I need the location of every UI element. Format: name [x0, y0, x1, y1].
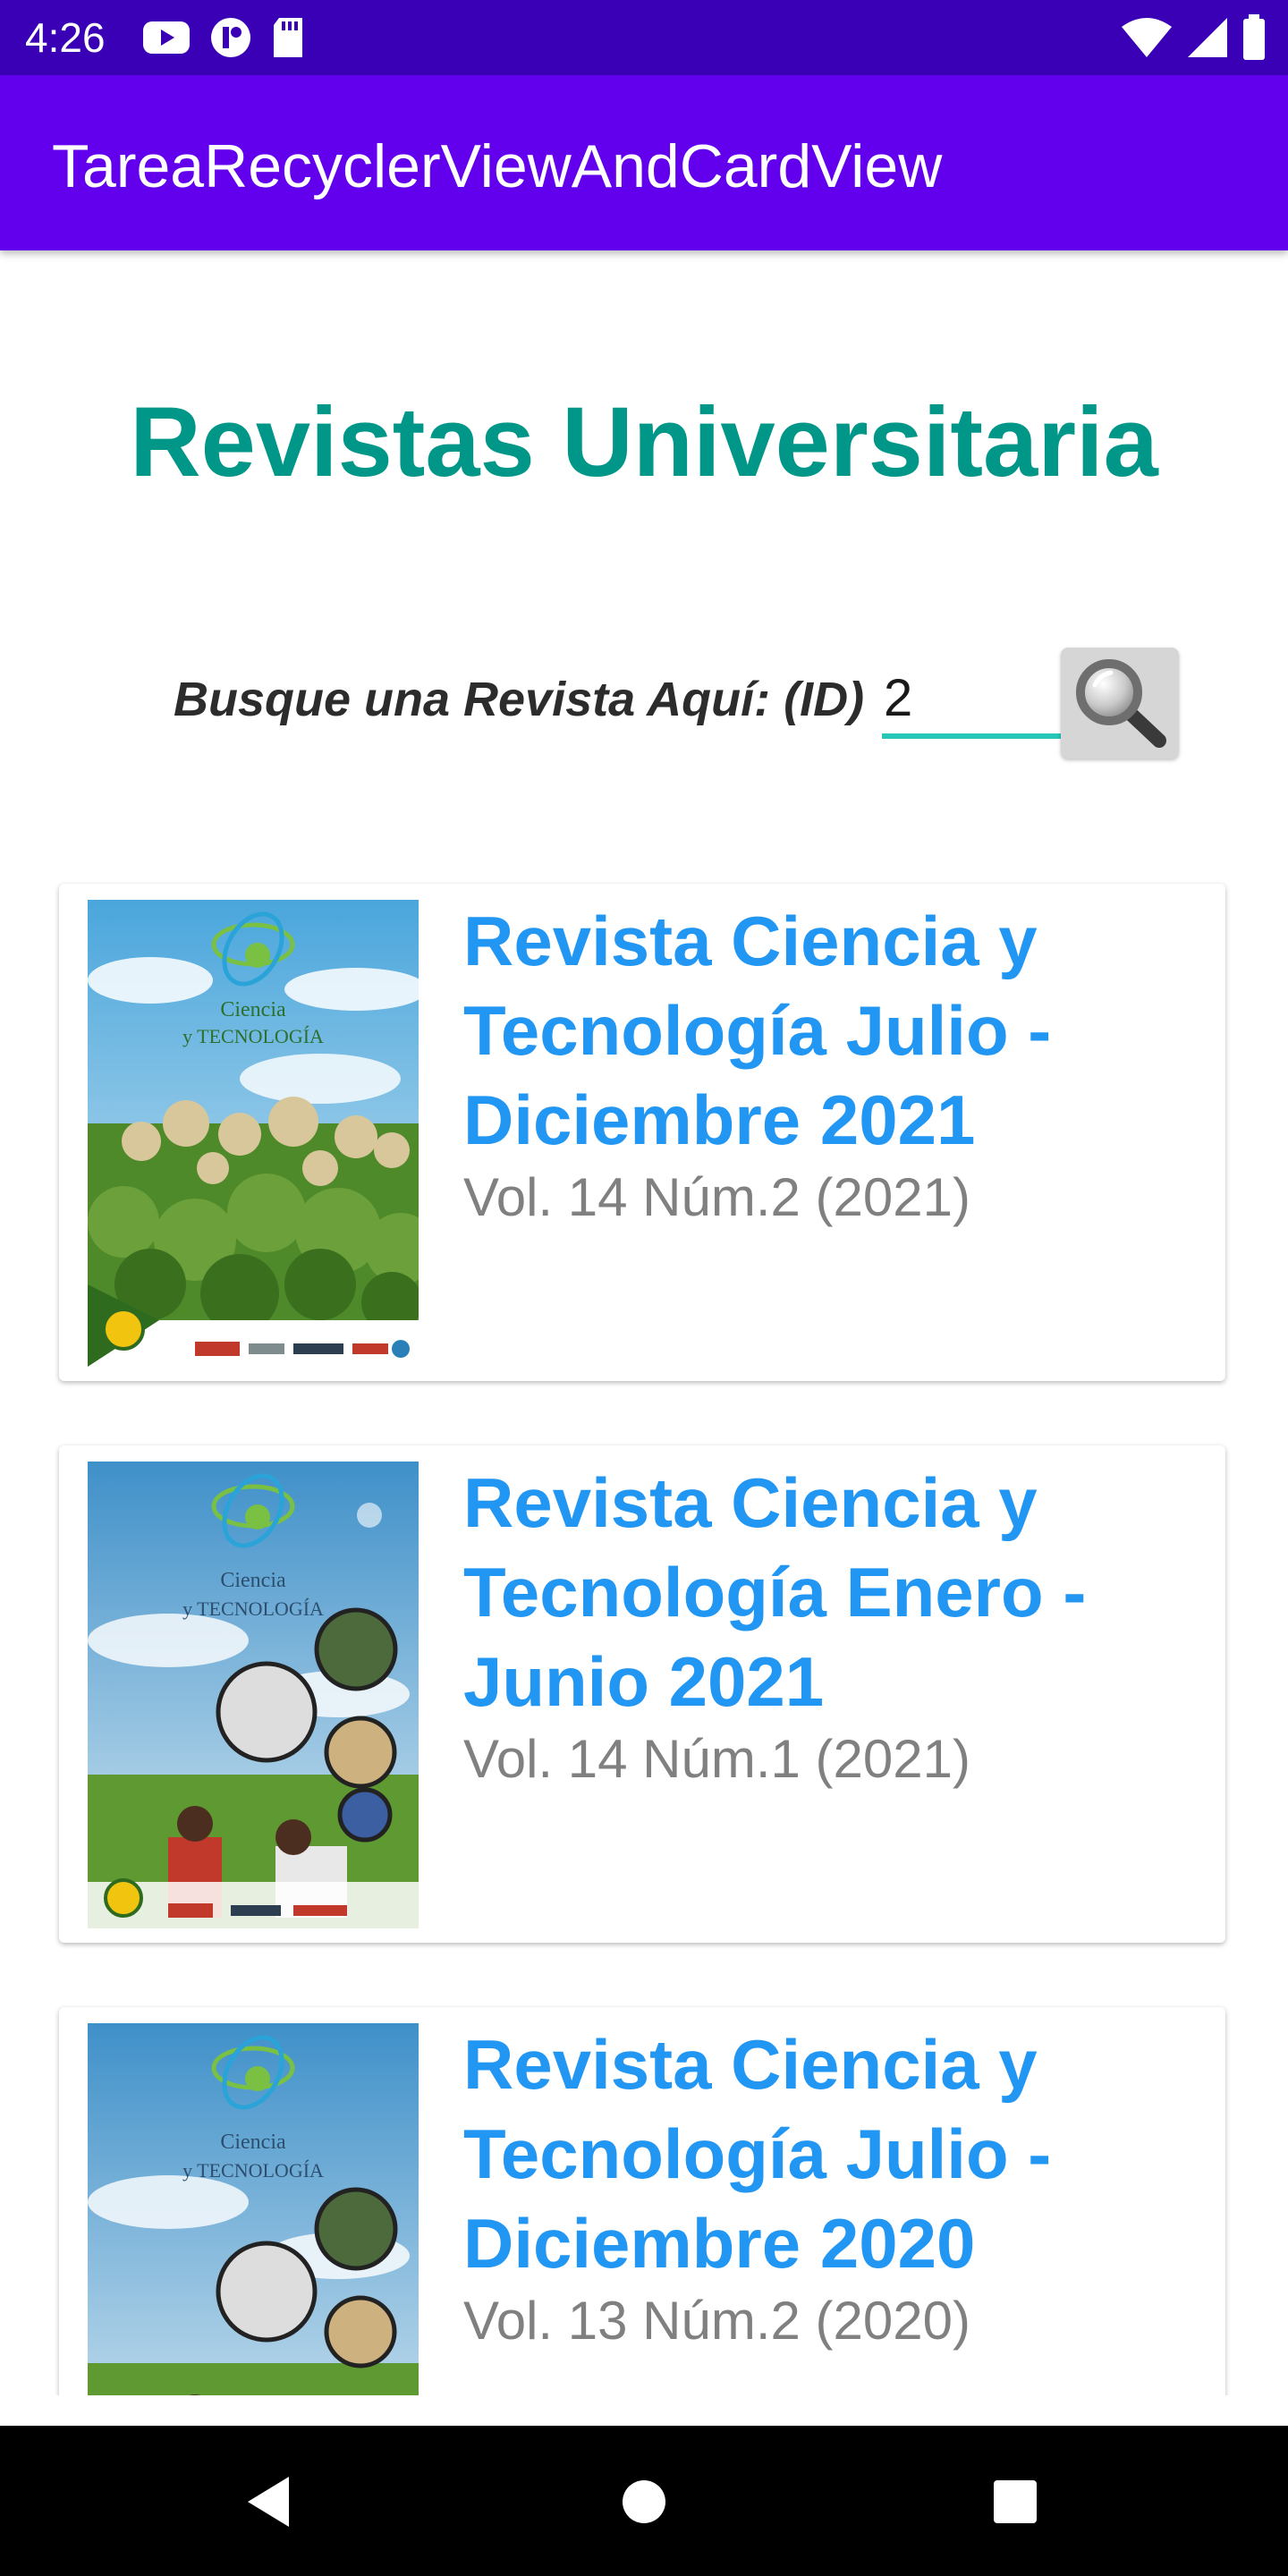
back-icon: [248, 2477, 289, 2527]
navigation-bar: [0, 2426, 1288, 2576]
app-icon: [211, 18, 250, 57]
svg-text:y TECNOLOGÍA: y TECNOLOGÍA: [182, 1597, 324, 1620]
app-title: TareaRecyclerViewAndCardView: [52, 132, 943, 200]
journal-volume: Vol. 13 Núm.2 (2020): [463, 2291, 970, 2351]
journal-card[interactable]: Ciencia y TECNOLOGÍA Revista Ciencia y T…: [59, 2007, 1225, 2395]
journal-title: Revista Ciencia y Tecnología Julio - Dic…: [463, 902, 1052, 1159]
sd-card-icon: [274, 18, 302, 57]
wifi-icon: [1122, 18, 1172, 57]
search-label: Busque una Revista Aquí: (ID): [174, 673, 865, 726]
youtube-icon: [143, 21, 190, 54]
status-time: 4:26: [25, 14, 106, 61]
status-notification-icons: [141, 16, 306, 59]
journal-volume: Vol. 14 Núm.2 (2021): [463, 1167, 970, 1227]
search-id-input[interactable]: [882, 662, 1063, 739]
journal-volume: Vol. 14 Núm.1 (2021): [463, 1729, 970, 1789]
journal-list[interactable]: Ciencia y TECNOLOGÍA Revista Ciencia y T…: [0, 859, 1288, 2395]
app-bar: TareaRecyclerViewAndCardView: [0, 75, 1288, 250]
svg-text:Ciencia: Ciencia: [220, 1569, 286, 1592]
recents-button[interactable]: [975, 2462, 1055, 2542]
journal-cover-image: Ciencia y TECNOLOGÍA: [88, 900, 419, 1367]
svg-text:y TECNOLOGÍA: y TECNOLOGÍA: [182, 2159, 324, 2182]
journal-title: Revista Ciencia y Tecnología Enero - Jun…: [463, 1463, 1087, 1721]
svg-text:Ciencia: Ciencia: [220, 2131, 286, 2154]
search-icon: [1076, 659, 1166, 748]
svg-text:y TECNOLOGÍA: y TECNOLOGÍA: [182, 1025, 324, 1047]
status-system-icons: [1120, 13, 1267, 63]
status-bar: 4:26: [0, 0, 1288, 75]
home-icon: [623, 2480, 665, 2523]
recents-icon: [994, 2480, 1037, 2523]
journal-card[interactable]: Ciencia y TECNOLOGÍA Revista Ciencia y T…: [59, 884, 1225, 1381]
back-button[interactable]: [229, 2462, 309, 2542]
svg-text:Ciencia: Ciencia: [220, 998, 286, 1021]
journal-cover-image: Ciencia y TECNOLOGÍA: [88, 1462, 419, 1928]
battery-icon: [1243, 14, 1265, 60]
page-title: Revistas Universitaria: [130, 387, 1158, 497]
home-button[interactable]: [604, 2462, 684, 2542]
signal-icon: [1188, 18, 1227, 57]
journal-title: Revista Ciencia y Tecnología Julio - Dic…: [463, 2025, 1052, 2283]
journal-card[interactable]: Ciencia y TECNOLOGÍA Revista Ciencia y T…: [59, 1445, 1225, 1943]
journal-cover-image: Ciencia y TECNOLOGÍA: [88, 2023, 419, 2395]
search-button[interactable]: [1061, 648, 1179, 758]
